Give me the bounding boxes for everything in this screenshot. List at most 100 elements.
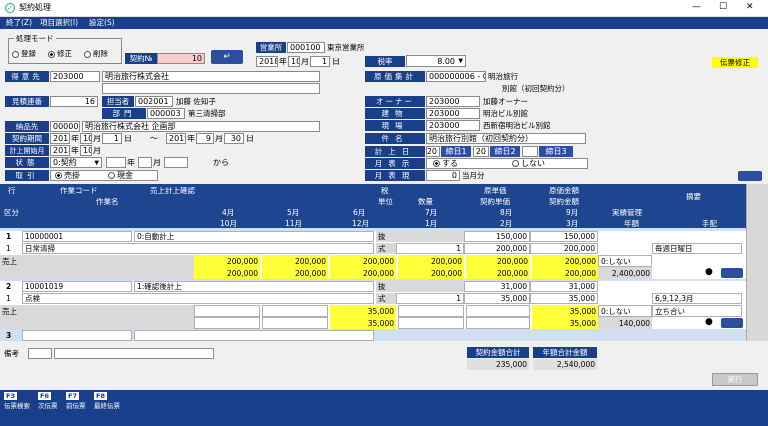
row-code[interactable] (22, 330, 132, 341)
delivery-name-input[interactable]: 明治旅行株式会社 企画部 (82, 121, 320, 132)
row-qty[interactable]: 1 (396, 243, 464, 254)
month-disp-off[interactable]: しない (512, 159, 545, 168)
period-from-year[interactable]: 2018 (50, 133, 70, 144)
remarks-code-input[interactable] (28, 348, 52, 359)
dept-code-input[interactable]: 000003 (147, 108, 185, 119)
menu-settings[interactable]: 設定(S) (89, 19, 115, 27)
month-cell[interactable]: 35,000 (532, 317, 598, 329)
month-disp-on[interactable]: する (433, 159, 458, 168)
grid-scrollbar[interactable] (746, 184, 768, 341)
bill-start-year[interactable]: 2018 (50, 145, 70, 156)
menu-exit[interactable]: 終了(Z) (6, 19, 32, 27)
fkey-f8[interactable]: F8 最終伝票 (94, 392, 120, 422)
month-cell[interactable] (398, 305, 464, 317)
row-code[interactable]: 10001019 (22, 281, 132, 292)
close-button[interactable]: ✕ (746, 3, 754, 12)
trade-credit[interactable]: 売掛 (55, 171, 80, 180)
row-confirm[interactable]: 0:自動計上 (134, 231, 374, 242)
site-code-input[interactable]: 203000 (426, 120, 480, 131)
row-confirm[interactable]: 1:確認後計上 (134, 281, 374, 292)
month-cell[interactable]: 35,000 (532, 305, 598, 317)
month-cell[interactable]: 35,000 (330, 305, 396, 317)
close-day1-input[interactable]: 20 (426, 146, 440, 157)
month-cell[interactable] (466, 305, 530, 317)
month-cell[interactable] (194, 305, 260, 317)
arrange-button[interactable] (721, 268, 743, 278)
row-amount[interactable]: 35,000 (530, 293, 598, 304)
month-cell[interactable] (194, 317, 260, 329)
month-cell[interactable]: 200,000 (194, 255, 260, 267)
trade-cash[interactable]: 現金 (108, 171, 133, 180)
tax-rate-select[interactable]: 8.00 ▼ (406, 55, 466, 67)
owner-code-input[interactable]: 203000 (426, 96, 480, 107)
status-day[interactable] (164, 157, 188, 168)
row-cost-amt[interactable]: 150,000 (530, 231, 598, 242)
building-code-input[interactable]: 203000 (426, 108, 480, 119)
cost-total-code-input[interactable]: 000000006 - 01 (426, 71, 486, 82)
menu-item-select[interactable]: 項目選択(I) (40, 19, 78, 27)
month-cell[interactable]: 35,000 (330, 317, 396, 329)
row-memo[interactable]: 6,9,12,3月 (652, 293, 742, 304)
month-cell[interactable]: 200,000 (466, 267, 530, 279)
row-amount[interactable]: 200,000 (530, 243, 598, 254)
month-cell[interactable]: 200,000 (194, 267, 260, 279)
month-cell[interactable]: 200,000 (330, 255, 396, 267)
close-day3-input[interactable] (522, 146, 538, 157)
month-cell[interactable] (262, 317, 328, 329)
mode-register[interactable]: 登録 (12, 50, 36, 58)
row-name[interactable]: 日常清掃 (22, 243, 374, 254)
contract-no-input[interactable]: 10 (157, 53, 205, 64)
month-cell[interactable]: 200,000 (262, 267, 328, 279)
row-cost[interactable]: 31,000 (464, 281, 530, 292)
row-memo2[interactable]: 立ち合い (652, 305, 742, 317)
expand-button[interactable] (738, 171, 762, 181)
row-code[interactable]: 10000001 (22, 231, 132, 242)
mode-delete[interactable]: 削除 (84, 50, 108, 58)
maximize-button[interactable]: ☐ (719, 3, 727, 12)
remarks-input[interactable] (54, 348, 214, 359)
date-day-input[interactable]: 1 (310, 56, 330, 67)
period-to-month[interactable]: 9 (196, 133, 214, 144)
fkey-f7[interactable]: F7 前伝票 (66, 392, 86, 422)
person-code-input[interactable]: 002001 (135, 96, 173, 107)
month-cell[interactable]: 200,000 (398, 255, 464, 267)
period-from-day[interactable]: 1 (102, 133, 122, 144)
subject-input[interactable]: 明治旅行別館（初回契約分） (426, 133, 586, 144)
client-name-input[interactable]: 明治旅行株式会社 (102, 71, 320, 82)
period-from-month[interactable]: 10 (80, 133, 92, 144)
row-price[interactable]: 35,000 (464, 293, 530, 304)
bill-start-month[interactable]: 10 (80, 145, 92, 156)
month-cell[interactable] (262, 305, 328, 317)
enter-button[interactable]: ↵ (211, 50, 243, 64)
month-cell[interactable]: 200,000 (466, 255, 530, 267)
fkey-f3[interactable]: F3 伝票検索 (4, 392, 30, 422)
status-select[interactable]: 0:契約 ▼ (50, 157, 102, 168)
row-price[interactable]: 200,000 (464, 243, 530, 254)
fkey-f6[interactable]: F6 次伝票 (38, 392, 58, 422)
estimate-input[interactable]: 16 (50, 96, 98, 107)
client-code-input[interactable]: 203000 (50, 71, 100, 82)
arrange-button[interactable] (721, 318, 743, 328)
month-cell[interactable]: 200,000 (262, 255, 328, 267)
status-year[interactable] (106, 157, 126, 168)
month-cell[interactable]: 200,000 (398, 267, 464, 279)
month-cell[interactable] (466, 317, 530, 329)
period-to-day[interactable]: 30 (224, 133, 244, 144)
date-year-input[interactable]: 2018 (256, 56, 278, 67)
row-name[interactable]: 点検 (22, 293, 374, 304)
row-perf[interactable]: 0:しない (598, 255, 652, 267)
row-qty[interactable]: 1 (396, 293, 464, 304)
delivery-code-input[interactable]: 000001 (50, 121, 80, 132)
row-confirm[interactable] (134, 330, 374, 341)
close-day2-input[interactable]: 20 (473, 146, 489, 157)
month-cell[interactable]: 200,000 (330, 267, 396, 279)
month-cell[interactable]: 200,000 (532, 267, 598, 279)
client-name2-input[interactable] (102, 83, 320, 94)
row-memo[interactable]: 毎週日曜日 (652, 243, 742, 254)
period-to-year[interactable]: 2019 (166, 133, 186, 144)
row-perf[interactable]: 0:しない (598, 305, 652, 317)
execute-button[interactable]: 実行 (712, 373, 758, 386)
month-cell[interactable] (398, 317, 464, 329)
date-month-input[interactable]: 10 (288, 56, 300, 67)
status-month[interactable] (138, 157, 152, 168)
